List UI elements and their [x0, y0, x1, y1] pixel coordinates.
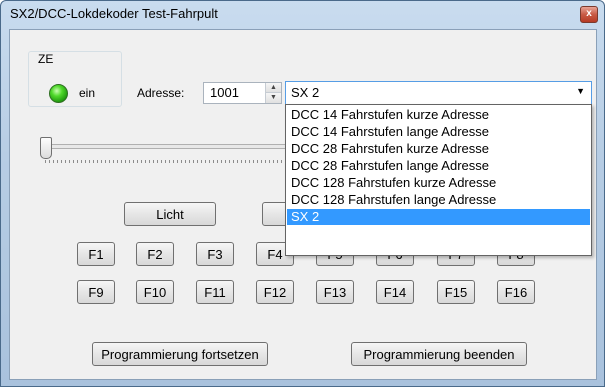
function-button-f3[interactable]: F3 [196, 242, 234, 266]
ze-status-text: ein [79, 86, 96, 100]
main-window: SX2/DCC-Lokdekoder Test-Fahrpult x ZE ei… [0, 0, 605, 387]
prog-end-button[interactable]: Programmierung beenden [351, 342, 527, 366]
light-button[interactable]: Licht [124, 202, 216, 226]
speed-slider-track[interactable] [44, 144, 286, 149]
triangle-down-icon: ▼ [270, 94, 277, 101]
function-button-f9[interactable]: F9 [77, 280, 115, 304]
list-item[interactable]: DCC 128 Fahrstufen kurze Adresse [287, 175, 590, 191]
function-button-f12[interactable]: F12 [256, 280, 294, 304]
protocol-dropdown-list[interactable]: DCC 14 Fahrstufen kurze Adresse DCC 14 F… [285, 104, 592, 256]
address-value[interactable]: 1001 [210, 85, 239, 100]
close-button[interactable]: x [580, 6, 598, 23]
ze-group-label: ZE [36, 52, 56, 66]
chevron-down-icon[interactable]: ▼ [576, 86, 585, 96]
function-button-f11[interactable]: F11 [196, 280, 234, 304]
list-item[interactable]: DCC 28 Fahrstufen kurze Adresse [287, 141, 590, 157]
function-button-f1[interactable]: F1 [77, 242, 115, 266]
list-item[interactable]: DCC 128 Fahrstufen lange Adresse [287, 192, 590, 208]
function-button-f16[interactable]: F16 [497, 280, 535, 304]
list-item-selected[interactable]: SX 2 [287, 209, 590, 225]
close-icon: x [586, 8, 592, 19]
spin-buttons: ▲ ▼ [265, 83, 281, 103]
client-area: ZE ein Adresse: 1001 ▲ ▼ SX 2 ▼ Licht F1… [9, 29, 597, 380]
function-button-f15[interactable]: F15 [437, 280, 475, 304]
triangle-up-icon: ▲ [270, 84, 277, 91]
protocol-selected-value: SX 2 [291, 85, 320, 100]
spin-down-button[interactable]: ▼ [266, 93, 281, 103]
function-button-f14[interactable]: F14 [376, 280, 414, 304]
address-label: Adresse: [137, 86, 185, 100]
spin-up-button[interactable]: ▲ [266, 83, 281, 93]
function-button-f2[interactable]: F2 [136, 242, 174, 266]
list-item[interactable]: DCC 14 Fahrstufen kurze Adresse [287, 107, 590, 123]
address-spinbox[interactable]: 1001 ▲ ▼ [203, 82, 282, 104]
list-item[interactable]: DCC 14 Fahrstufen lange Adresse [287, 124, 590, 140]
speed-slider-thumb[interactable] [40, 137, 52, 159]
status-led-icon [49, 84, 68, 103]
list-item[interactable]: DCC 28 Fahrstufen lange Adresse [287, 158, 590, 174]
function-button-f10[interactable]: F10 [136, 280, 174, 304]
prog-continue-button[interactable]: Programmierung fortsetzen [92, 342, 268, 366]
speed-slider-ticks [45, 160, 285, 163]
window-title: SX2/DCC-Lokdekoder Test-Fahrpult [10, 6, 218, 21]
protocol-combobox[interactable]: SX 2 ▼ [285, 81, 592, 105]
title-bar[interactable]: SX2/DCC-Lokdekoder Test-Fahrpult x [1, 1, 604, 27]
function-button-f13[interactable]: F13 [316, 280, 354, 304]
